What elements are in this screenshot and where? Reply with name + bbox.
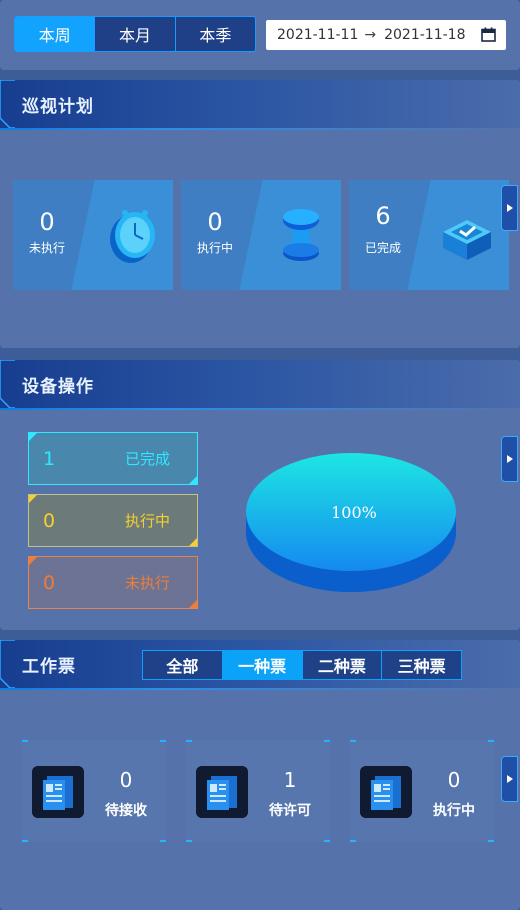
plan-label: 未执行 — [28, 241, 65, 255]
date-range-picker[interactable]: 2021-11-11 → 2021-11-18 — [266, 20, 506, 50]
plan-count: 0 — [207, 208, 223, 236]
status-count: 0 — [43, 571, 56, 594]
status-label: 未执行 — [125, 574, 171, 592]
plan-card-executing[interactable]: 0 执行中 — [181, 180, 341, 290]
date-separator: → — [364, 27, 377, 43]
section-title: 巡视计划 — [22, 97, 94, 117]
ticket-card-executing[interactable]: 0 执行中 — [350, 740, 494, 842]
header-corner-icon — [0, 640, 15, 688]
section-header: 工作票 全部 一种票 二种票 三种票 — [0, 640, 520, 690]
expand-arrow-button[interactable] — [501, 756, 518, 802]
ticket-count: 1 — [283, 768, 297, 792]
clock-icon — [110, 210, 155, 263]
plan-card-completed[interactable]: 6 已完成 — [349, 180, 509, 290]
status-completed[interactable]: 1 已完成 — [28, 432, 198, 485]
status-unexecuted[interactable]: 0 未执行 — [28, 556, 198, 609]
section-header: 巡视计划 — [0, 80, 520, 130]
header-divider — [0, 688, 520, 690]
status-count: 0 — [43, 509, 56, 532]
ticket-label: 执行中 — [433, 803, 475, 819]
header-corner-icon — [0, 360, 15, 408]
ticket-count: 0 — [119, 768, 133, 792]
expand-arrow-button[interactable] — [501, 436, 518, 482]
tab-quarter[interactable]: 本季 — [174, 17, 255, 51]
tab-type-three[interactable]: 三种票 — [381, 651, 461, 679]
ticket-label: 待接收 — [105, 803, 147, 819]
ticket-card-pending-permit[interactable]: 1 待许可 — [186, 740, 330, 842]
header-corner-icon — [0, 80, 15, 128]
device-operation-panel: 设备操作 1 已完成 0 执行中 0 未执行 100% — [0, 360, 520, 630]
tab-week[interactable]: 本周 — [15, 17, 95, 51]
tab-type-two[interactable]: 二种票 — [301, 651, 382, 679]
tab-all[interactable]: 全部 — [143, 651, 222, 679]
header-divider — [0, 128, 520, 130]
date-end[interactable]: 2021-11-18 — [384, 27, 465, 43]
status-executing[interactable]: 0 执行中 — [28, 494, 198, 547]
document-icon — [196, 766, 248, 818]
section-title: 工作票 — [22, 657, 76, 677]
ticket-label: 待许可 — [269, 803, 311, 819]
caret-right-icon — [506, 775, 513, 783]
status-label: 已完成 — [125, 450, 171, 468]
expand-arrow-button[interactable] — [501, 185, 518, 231]
period-tabs: 本周 本月 本季 — [14, 16, 256, 52]
plan-count: 6 — [375, 202, 391, 230]
section-title: 设备操作 — [22, 377, 94, 397]
tab-type-one[interactable]: 一种票 — [221, 651, 302, 679]
status-label: 执行中 — [125, 512, 171, 530]
top-bar: 本周 本月 本季 2021-11-11 → 2021-11-18 — [0, 0, 520, 70]
plan-label: 执行中 — [196, 241, 233, 255]
caret-right-icon — [506, 455, 513, 463]
ticket-count: 0 — [447, 768, 461, 792]
ticket-card-pending-receive[interactable]: 0 待接收 — [22, 740, 166, 842]
section-header: 设备操作 — [0, 360, 520, 410]
tab-month[interactable]: 本月 — [94, 17, 174, 51]
plan-label: 已完成 — [364, 241, 401, 255]
document-icon — [32, 766, 84, 818]
header-divider — [0, 408, 520, 410]
checkbox-icon — [443, 220, 491, 260]
hourglass-icon — [283, 209, 319, 261]
pie-chart[interactable]: 100% — [240, 450, 462, 600]
work-ticket-panel: 工作票 全部 一种票 二种票 三种票 0 待接收 1 待许可 0 执行中 — [0, 640, 520, 910]
pie-percent-label: 100% — [331, 503, 377, 522]
status-count: 1 — [43, 447, 56, 470]
ticket-type-tabs: 全部 一种票 二种票 三种票 — [142, 650, 462, 680]
plan-card-unexecuted[interactable]: 0 未执行 — [13, 180, 173, 290]
plan-count: 0 — [39, 208, 55, 236]
caret-right-icon — [506, 204, 513, 212]
calendar-icon[interactable] — [481, 27, 496, 46]
document-icon — [360, 766, 412, 818]
patrol-plan-panel: 巡视计划 0 未执行 0 执行中 6 已完成 — [0, 80, 520, 348]
date-start[interactable]: 2021-11-11 — [277, 27, 358, 43]
